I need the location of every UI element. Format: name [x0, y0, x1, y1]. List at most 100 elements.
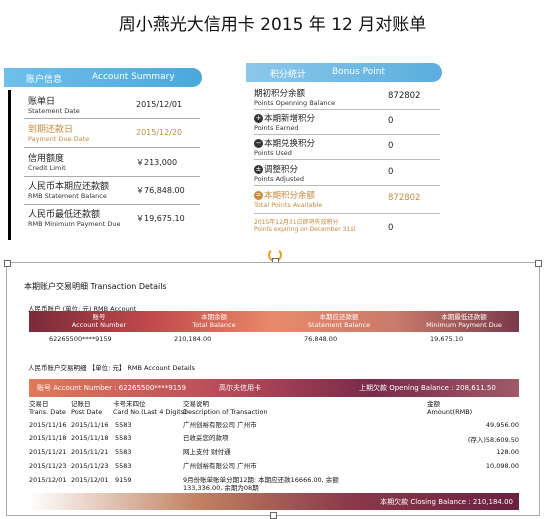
bonus-point-header-cn: 积分统计	[270, 70, 307, 80]
points-value: 872802	[388, 91, 421, 101]
detail-header-bar: 账号 Account Number : 62265500****9159 高尔夫…	[29, 379, 519, 397]
description: 9月份账单账单分期12期: 本期应还款16666.00, 余额133,336.0…	[183, 476, 339, 492]
summary-statement-balance: 76,848.00	[304, 335, 338, 343]
detail-card-name: 高尔夫信用卡	[219, 384, 261, 392]
description: 网上支付 财付通	[183, 448, 231, 456]
points-label-cn: 本期积分余额	[264, 191, 316, 201]
points-label-en: Points Used	[254, 149, 292, 157]
summary-account-number: 62265500****9159	[49, 335, 112, 343]
points-value: 0	[388, 223, 394, 233]
trans-date: 2015/11/16	[29, 421, 67, 429]
transaction-details-frame: 本期账户交易明细 Transaction Details 人民币账户 (单位: …	[4, 260, 542, 519]
column-header-card-no: 卡号末四位 Card No.(Last 4 Digits)	[113, 400, 187, 416]
closing-balance-bar: 本期欠款 Closing Balance : 210,184.00	[29, 493, 519, 510]
points-value: 872802	[388, 193, 421, 203]
points-value: 0	[388, 141, 394, 151]
summary-row-credit-limit: 信用额度 Credit Limit ￥213,000	[28, 151, 200, 172]
description: 广州创裕有限公司 广州市	[183, 462, 257, 470]
points-label-cn: 本期兑换积分	[264, 139, 316, 149]
trans-date: 2015/11/23	[29, 462, 67, 470]
column-header-trans-date: 交易日 Trans. Date	[29, 400, 66, 416]
description: 广州创裕有限公司 广州市	[183, 421, 257, 429]
trans-date: 2015/11/18	[29, 434, 67, 442]
post-date: 2015/12/01	[71, 476, 109, 484]
summary-row-payment-due-date: 到期还款日 Payment Due Date 2015/12/20	[28, 122, 200, 143]
closing-balance: 本期欠款 Closing Balance : 210,184.00	[380, 498, 513, 506]
account-summary-header-en: Account Summary	[92, 72, 175, 82]
account-summary-header: 账户信息 Account Summary	[4, 68, 202, 87]
account-summary-table-header: 账号 Account Number 本期余额 Total Balance 本期应还款…	[29, 311, 519, 332]
column-header-amount: 金额 Amount(RMB)	[427, 400, 473, 416]
page-title: 周小燕光大信用卡 2015 年 12 月对账单	[118, 15, 427, 35]
divider	[254, 109, 440, 110]
points-value: 0	[388, 167, 394, 177]
bonus-point-header-en: Bonus Point	[332, 67, 385, 77]
card-last4: 5583	[115, 434, 132, 442]
divider	[24, 204, 200, 205]
post-date: 2015/11/23	[71, 462, 109, 470]
card-last4: 5583	[115, 462, 132, 470]
col-minimum-payment: 本期最低还款额 Minimum Payment Due	[426, 313, 502, 329]
resize-handle-bottom[interactable]	[270, 512, 277, 519]
divider	[254, 134, 440, 135]
transaction-details-title: 本期账户交易明细 Transaction Details	[24, 282, 167, 291]
card-last4: 5583	[115, 421, 132, 429]
points-row-expiring: 2015年12月31日即将失效积分 Points expiring on Dec…	[254, 217, 442, 233]
summary-row-statement-date: 账单日 Statement Date 2015/12/01	[28, 94, 200, 115]
post-date: 2015/11/18	[71, 434, 109, 442]
trans-date: 2015/12/01	[29, 476, 67, 484]
amount: (存入)58,609.50	[467, 436, 519, 444]
equals-icon: =	[254, 191, 263, 200]
plus-minus-icon: ±	[254, 165, 263, 174]
points-row-adjusted: ± 调整积分 Points Adjusted 0	[254, 163, 442, 183]
post-date: 2015/11/16	[71, 421, 109, 429]
divider	[254, 213, 440, 214]
account-summary-header-cn: 账户信息	[26, 75, 63, 85]
points-expiring-en: Points expiring on December 31st	[254, 226, 356, 233]
amount: 10,098.00	[485, 462, 519, 470]
points-value: 0	[388, 116, 394, 126]
col-statement-balance: 本期应还款额 Statement Balance	[307, 313, 371, 329]
resize-handle-top-right[interactable]	[535, 260, 542, 267]
description: 已收妥您的款项	[183, 434, 229, 442]
points-row-earned: + 本期新增积分 Points Earned 0	[254, 112, 442, 132]
summary-minimum-payment: 19,675.10	[430, 335, 464, 343]
points-row-opening: 期初积分余额 Points Openning Balance 872802	[254, 87, 442, 107]
summary-row-statement-balance: 人民币本期应还款额 RMB Statement Balance ￥76,848.…	[28, 179, 200, 200]
resize-handle-top-left[interactable]	[4, 260, 11, 267]
points-row-total: = 本期积分余额 Total Points Available 872802	[254, 189, 442, 209]
amount: 128.00	[496, 448, 519, 456]
points-label-en: Points Adjusted	[254, 175, 305, 183]
col-total-balance: 本期余额 Total Balance	[192, 313, 236, 329]
column-header-description: 交易说明 Description of Transaction	[183, 400, 268, 416]
minus-icon: −	[254, 139, 263, 148]
rmb-account-details-label: 人民币账户交易明细 【单位: 元】 RMB Account Details	[28, 364, 195, 372]
account-summary-panel: 账户信息 Account Summary 账单日 Statement Date …	[4, 68, 202, 240]
account-summary-accent-bar	[8, 90, 11, 240]
divider	[24, 176, 200, 177]
detail-account-number: 账号 Account Number : 62265500****9159	[37, 384, 187, 392]
summary-value: 2015/12/20	[136, 128, 183, 137]
card-last4: 9159	[115, 476, 132, 484]
detail-opening-balance: 上期欠款 Opening Balance : 208,611.50	[359, 384, 496, 392]
points-expiring-cn: 2015年12月31日即将失效积分	[254, 219, 339, 226]
post-date: 2015/11/21	[71, 448, 109, 456]
divider	[24, 147, 200, 148]
divider	[254, 159, 440, 160]
summary-value: ￥76,848.00	[136, 186, 185, 195]
summary-value: 2015/12/01	[136, 100, 183, 109]
summary-row-minimum-payment: 人民币最低还款额 RMB Minimum Payment Due ￥19,675…	[28, 207, 200, 228]
summary-value: ￥213,000	[136, 158, 178, 167]
points-label-cn: 调整积分	[264, 165, 299, 175]
card-last4: 5583	[115, 448, 132, 456]
points-row-used: − 本期兑换积分 Points Used 0	[254, 137, 442, 157]
column-header-post-date: 记账日 Post Date	[71, 400, 103, 416]
points-label-cn: 本期新增积分	[264, 114, 316, 124]
points-label-en: Points Earned	[254, 124, 299, 132]
bonus-point-panel: 积分统计 Bonus Point 期初积分余额 Points Openning …	[246, 63, 442, 239]
trans-date: 2015/11/21	[29, 448, 67, 456]
amount: 49,956.00	[485, 421, 519, 429]
plus-icon: +	[254, 114, 263, 123]
summary-value: ￥19,675.10	[136, 214, 185, 223]
summary-total-balance: 210,184.00	[174, 335, 212, 343]
